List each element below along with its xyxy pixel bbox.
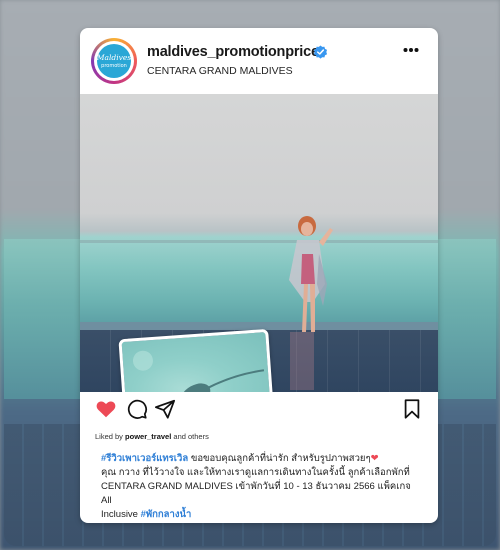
avatar-logo-text: Maldives promotion (96, 53, 131, 69)
avatar-border: Maldives promotion (94, 41, 134, 81)
verified-badge-icon (313, 45, 328, 59)
heart-emoji: ❤ (370, 453, 379, 464)
person-reflection (290, 332, 314, 390)
caption-line-2: คุณ กวาง ที่ไว้วางใจ และให้ทางเราดูแลการ… (101, 467, 410, 478)
liked-by-text: Liked by power_travel and others (95, 432, 209, 441)
stingray-image (132, 350, 265, 392)
instagram-post-card: Maldives promotion maldives_promotionpri… (80, 28, 438, 523)
more-options-icon[interactable] (403, 47, 419, 53)
post-photo[interactable] (80, 94, 438, 392)
horizon-line (80, 240, 438, 243)
comment-icon[interactable] (126, 398, 148, 420)
liked-by-prefix: Liked by (95, 432, 126, 441)
caption-line-1: ขอขอบคุณลูกค้าที่น่ารัก สำหรับรูปภาพสวยๆ (188, 453, 371, 464)
liked-by-user[interactable]: power_travel (125, 432, 171, 441)
post-header: Maldives promotion maldives_promotionpri… (80, 28, 438, 94)
post-username[interactable]: maldives_promotionprice (147, 44, 319, 60)
bookmark-icon[interactable] (401, 398, 423, 420)
liked-by-suffix: and others (171, 432, 209, 441)
svg-text:promotion: promotion (101, 63, 127, 69)
avatar-logo: Maldives promotion (96, 44, 131, 78)
avatar[interactable]: Maldives promotion (91, 38, 137, 84)
svg-text:Maldives: Maldives (97, 53, 131, 62)
post-location[interactable]: CENTARA GRAND MALDIVES (147, 65, 293, 77)
stingray-inset-photo (118, 328, 276, 392)
hashtag-overwater[interactable]: #พักกลางน้ำ (141, 509, 192, 520)
hashtag-review[interactable]: #รีวิวเพาเวอร์แทรเวิล (101, 453, 188, 464)
heart-icon[interactable] (95, 398, 117, 420)
post-caption: #รีวิวเพาเวอร์แทรเวิล ขอขอบคุณลูกค้าที่น… (101, 452, 421, 522)
post-action-bar (80, 398, 438, 428)
person-figure (289, 216, 333, 332)
caption-line-4: Inclusive (101, 509, 141, 520)
caption-line-3: CENTARA GRAND MALDIVES เข้าพักวันที่ 10 … (101, 481, 411, 506)
share-icon[interactable] (154, 398, 176, 420)
